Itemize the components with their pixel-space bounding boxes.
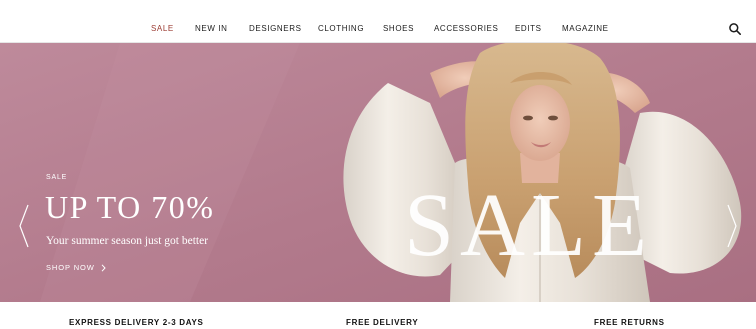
nav-item-edits[interactable]: EDITS bbox=[515, 24, 542, 33]
carousel-next-button[interactable] bbox=[726, 203, 738, 249]
usp-express-delivery: EXPRESS DELIVERY 2-3 DAYS bbox=[69, 318, 204, 327]
nav-item-sale[interactable]: SALE bbox=[151, 24, 174, 33]
carousel-prev-button[interactable] bbox=[18, 203, 30, 249]
hero-banner[interactable]: SALE UP TO 70% Your summer season just g… bbox=[0, 43, 756, 302]
nav-item-shoes[interactable]: SHOES bbox=[383, 24, 414, 33]
nav-item-accessories[interactable]: ACCESSORIES bbox=[434, 24, 498, 33]
usp-free-returns: FREE RETURNS bbox=[594, 318, 665, 327]
hero-subline: Your summer season just got better bbox=[46, 235, 209, 247]
nav-item-clothing[interactable]: CLOTHING bbox=[318, 24, 364, 33]
chevron-right-icon bbox=[101, 263, 106, 272]
hero-headline: UP TO 70% bbox=[45, 189, 215, 225]
shop-now-link[interactable]: SHOP NOW bbox=[46, 263, 106, 272]
search-icon[interactable] bbox=[728, 22, 742, 36]
shop-now-label: SHOP NOW bbox=[46, 263, 95, 272]
main-navigation: SALE NEW IN DESIGNERS CLOTHING SHOES ACC… bbox=[0, 15, 756, 43]
hero-kicker: SALE bbox=[46, 174, 68, 181]
top-strip bbox=[0, 0, 756, 16]
nav-item-magazine[interactable]: MAGAZINE bbox=[562, 24, 609, 33]
nav-item-new-in[interactable]: NEW IN bbox=[195, 24, 228, 33]
usp-strip: EXPRESS DELIVERY 2-3 DAYS FREE DELIVERY … bbox=[0, 302, 756, 329]
sale-overlay-word: SALE bbox=[404, 176, 653, 275]
usp-free-delivery: FREE DELIVERY bbox=[346, 318, 419, 327]
nav-item-designers[interactable]: DESIGNERS bbox=[249, 24, 302, 33]
